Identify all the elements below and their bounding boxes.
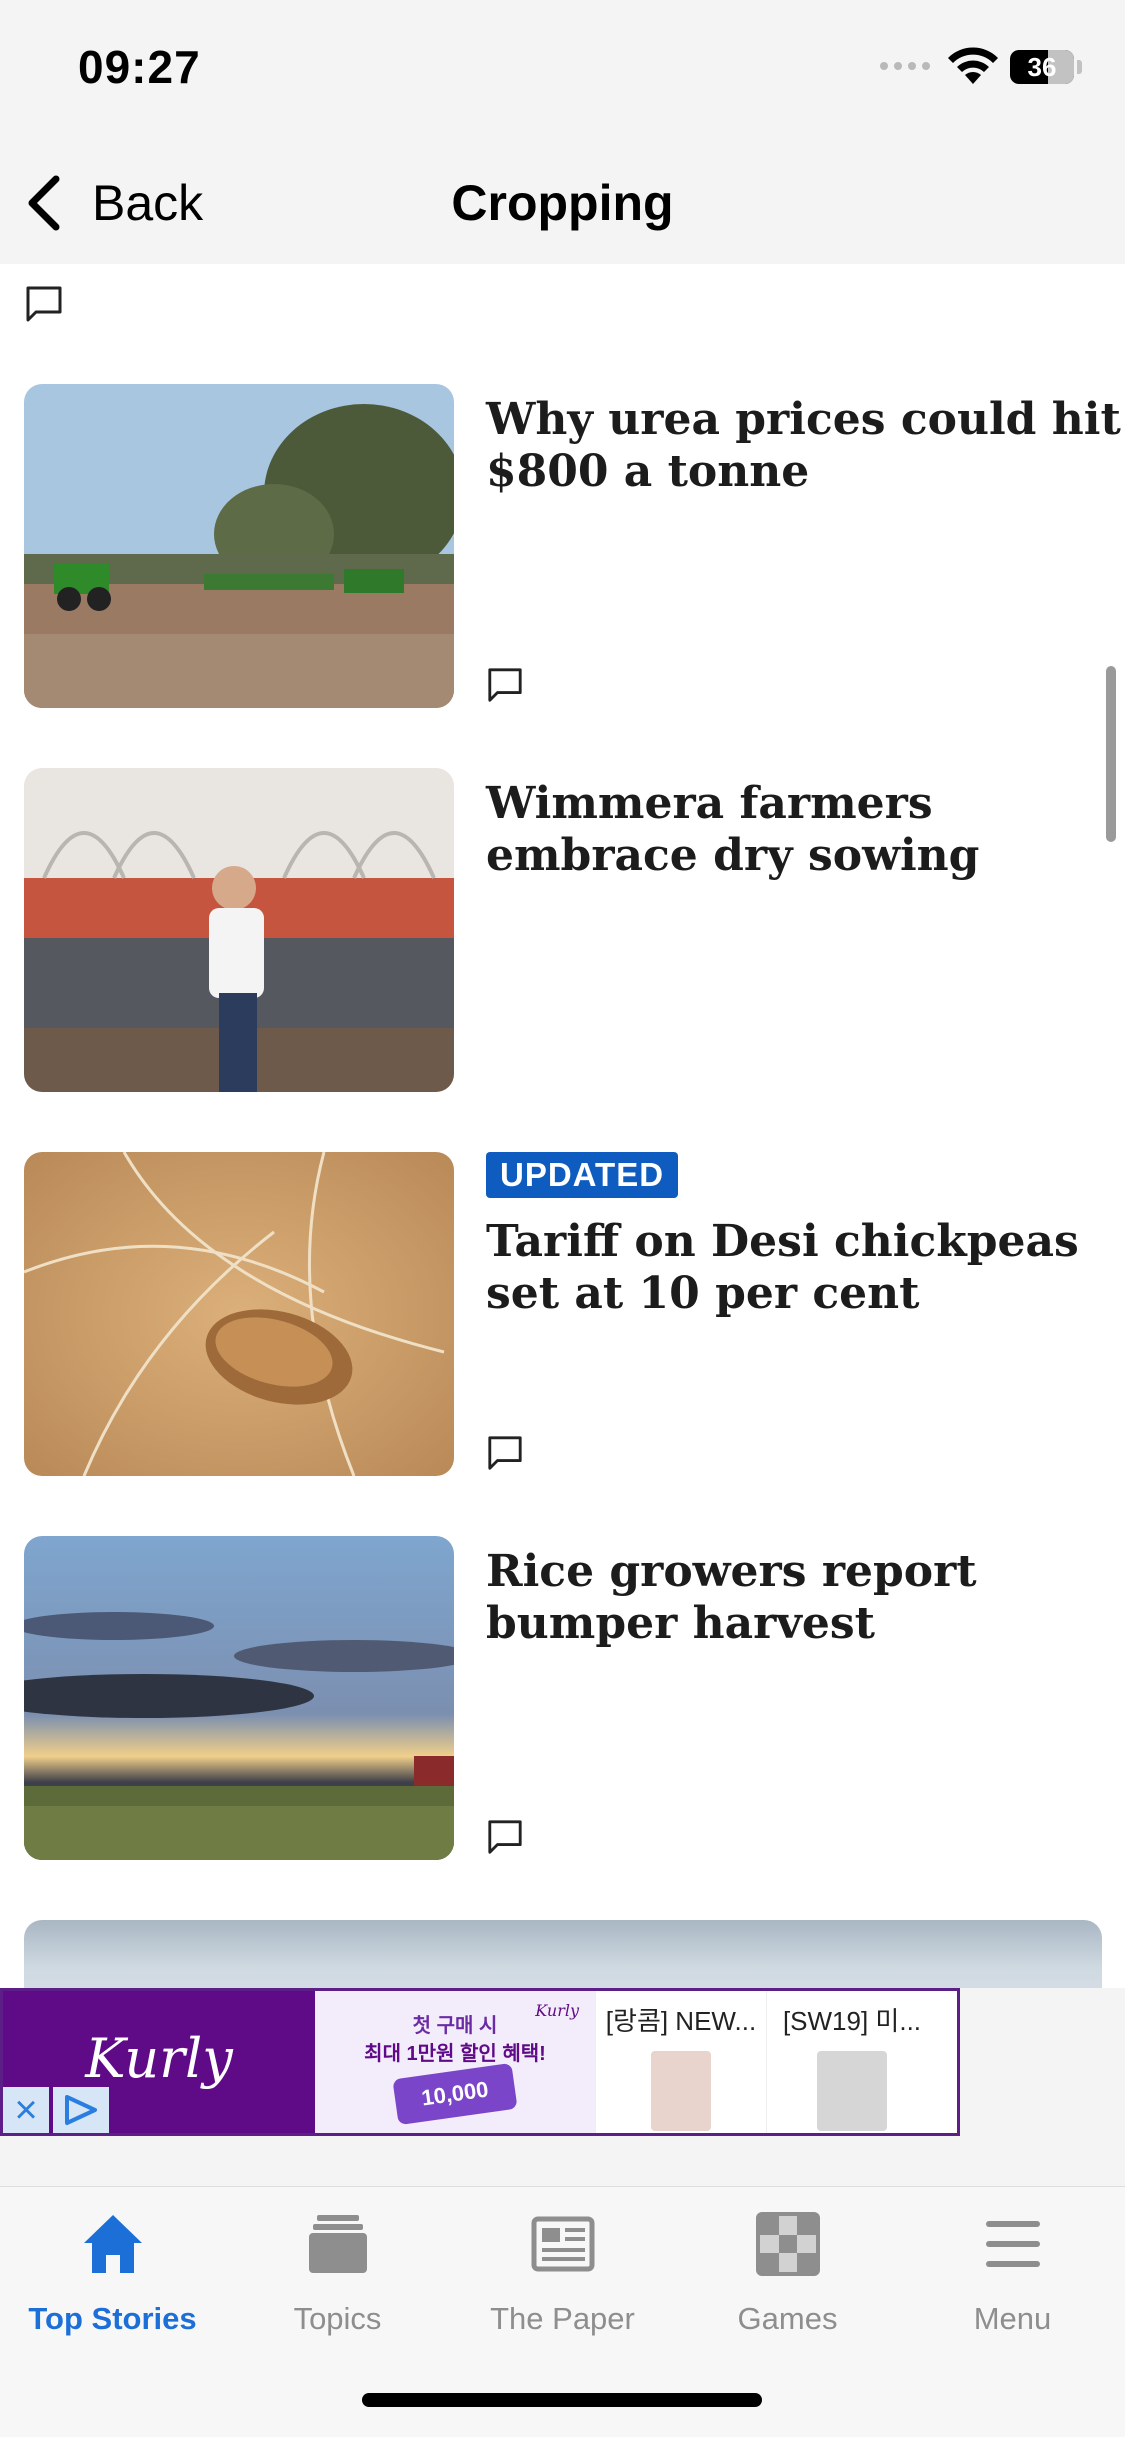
close-icon[interactable]: × (3, 2087, 49, 2133)
home-indicator[interactable] (362, 2393, 762, 2407)
newspaper-icon (531, 2216, 595, 2272)
tab-the-paper[interactable]: The Paper (450, 2211, 675, 2351)
ad-product-name: [랑콤] NEW... (605, 2006, 757, 2036)
article-card[interactable]: Wimmera farmers embrace dry sowing (24, 768, 1104, 1094)
navigation-bar: Back Cropping (0, 140, 1125, 264)
cellular-signal-icon (880, 62, 930, 70)
tab-label: Topics (293, 2301, 382, 2336)
article-list[interactable]: Why urea prices could hit $800 a tonne W… (0, 264, 1125, 1988)
scrollbar[interactable] (1106, 666, 1116, 842)
battery-icon: 36 (1010, 50, 1074, 84)
adchoices-icon[interactable] (53, 2087, 109, 2133)
ad-product-name: [SW19] 미... (782, 2006, 922, 2036)
ad-logo: Kurly (85, 2027, 233, 2090)
house-icon (84, 2215, 142, 2273)
page-title: Cropping (451, 175, 674, 231)
article-card[interactable]: Why urea prices could hit $800 a tonne (24, 384, 1121, 710)
ad-product-image (817, 2051, 887, 2131)
status-time: 09:27 (78, 41, 201, 93)
tab-topics[interactable]: Topics (225, 2211, 450, 2351)
battery-level: 36 (1027, 52, 1057, 82)
ad-product-image (651, 2051, 711, 2131)
tab-menu[interactable]: Menu (900, 2211, 1125, 2351)
updated-badge: UPDATED (486, 1152, 679, 1198)
ad-brand-panel[interactable]: Kurly × (3, 1991, 315, 2133)
article-thumbnail[interactable] (24, 768, 454, 1092)
article-headline[interactable]: Why urea prices could hit $800 a tonne (486, 394, 1125, 498)
wifi-icon (948, 47, 998, 84)
comment-icon[interactable] (486, 1434, 524, 1472)
ad-product-card[interactable]: [SW19] 미... (766, 1991, 937, 2133)
ad-coupon: 10,000 (392, 2062, 518, 2126)
status-bar: 09:27 36 (0, 0, 1125, 140)
comment-icon[interactable] (486, 1818, 524, 1856)
article-card[interactable]: Rice growers report bumper harvest (24, 1536, 1104, 1862)
ad-promo-line1: 첫 구매 시 (412, 2015, 498, 2037)
tab-label: Menu (973, 2301, 1052, 2336)
tab-label: Top Stories (28, 2301, 197, 2336)
article-thumbnail[interactable] (24, 1152, 454, 1476)
hamburger-icon (986, 2221, 1040, 2267)
comment-icon[interactable] (486, 666, 524, 704)
checkerboard-icon (756, 2212, 820, 2276)
stack-icon (309, 2215, 367, 2273)
article-hero-image[interactable] (24, 1920, 1102, 1988)
article-headline[interactable]: Tariff on Desi chickpeas set at 10 per c… (486, 1216, 1125, 1320)
article-headline[interactable]: Wimmera farmers embrace dry sowing (486, 778, 1125, 882)
article-headline[interactable]: Rice growers report bumper harvest (486, 1546, 1125, 1650)
article-thumbnail[interactable] (24, 1536, 454, 1860)
ad-promo-panel[interactable]: Kurly 첫 구매 시 최대 1만원 할인 혜택! 10,000 (315, 1991, 595, 2133)
ad-banner[interactable]: Kurly × Kurly 첫 구매 시 최대 1만원 할인 혜택! 10,00… (0, 1988, 960, 2136)
tab-games[interactable]: Games (675, 2211, 900, 2351)
ad-product-card[interactable]: [랑콤] NEW... (595, 1991, 766, 2133)
ad-promo-line2: 최대 1만원 할인 혜택! (364, 2043, 546, 2065)
tab-label: Games (737, 2301, 838, 2336)
article-thumbnail[interactable] (24, 384, 454, 708)
tab-top-stories[interactable]: Top Stories (0, 2211, 225, 2351)
article-card[interactable]: UPDATED Tariff on Desi chickpeas set at … (24, 1152, 1104, 1478)
comment-icon[interactable] (24, 284, 64, 324)
tab-label: The Paper (490, 2301, 635, 2336)
